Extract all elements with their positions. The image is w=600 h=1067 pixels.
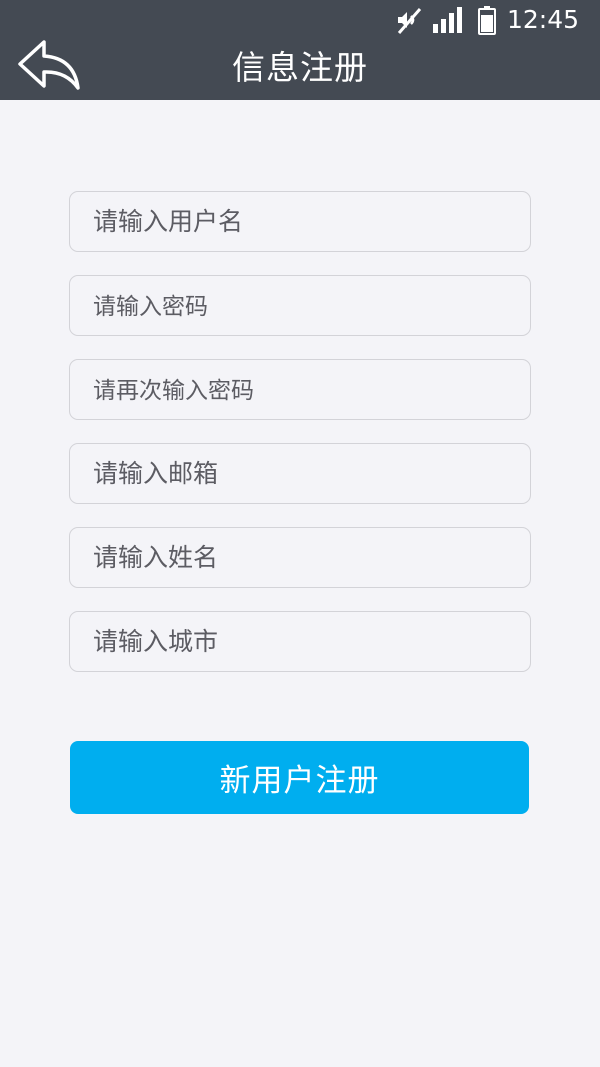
username-input[interactable] bbox=[70, 192, 530, 251]
confirm-password-field[interactable] bbox=[69, 359, 531, 420]
password-input[interactable] bbox=[70, 276, 530, 335]
battery-icon bbox=[478, 6, 496, 40]
app-header: 12:45 信息注册 bbox=[0, 0, 600, 100]
status-clock: 12:45 bbox=[507, 5, 580, 34]
city-field[interactable] bbox=[69, 611, 531, 672]
email-field[interactable] bbox=[69, 443, 531, 504]
username-field[interactable] bbox=[69, 191, 531, 252]
signal-icon bbox=[432, 6, 468, 38]
status-bar: 12:45 bbox=[0, 0, 600, 40]
email-input[interactable] bbox=[70, 444, 530, 503]
password-field[interactable] bbox=[69, 275, 531, 336]
register-button[interactable]: 新用户注册 bbox=[70, 741, 529, 814]
real-name-field[interactable] bbox=[69, 527, 531, 588]
real-name-input[interactable] bbox=[70, 528, 530, 587]
city-input[interactable] bbox=[70, 612, 530, 671]
mute-icon bbox=[396, 6, 424, 40]
confirm-password-input[interactable] bbox=[70, 360, 530, 419]
page-title: 信息注册 bbox=[232, 48, 368, 87]
